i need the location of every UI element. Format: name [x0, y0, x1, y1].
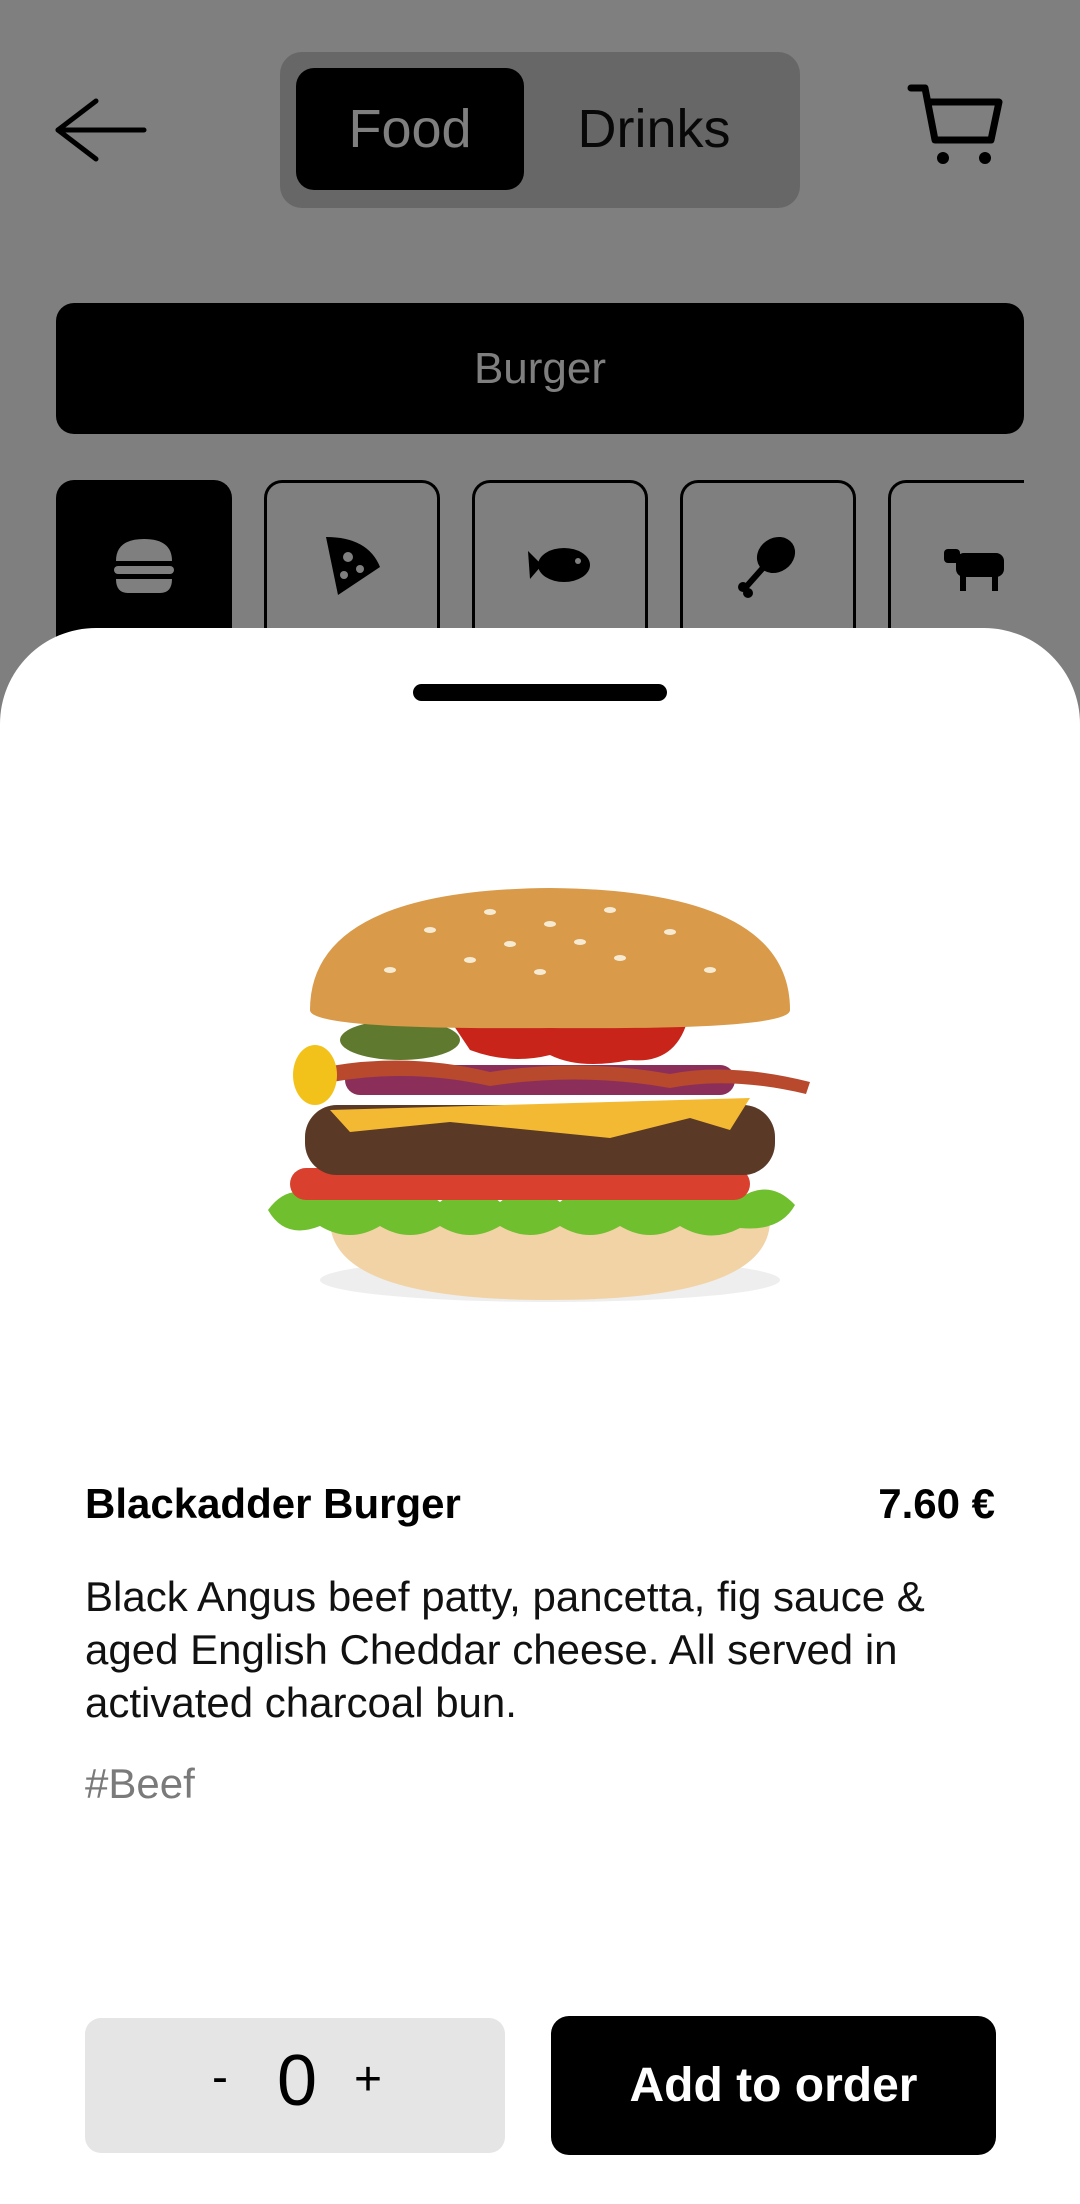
app-root: Food Drinks Burger: [0, 0, 1080, 2204]
product-image: [250, 860, 850, 1340]
quantity-value: 0: [276, 2041, 318, 2121]
add-to-order-button[interactable]: Add to order: [551, 2016, 996, 2155]
product-name: Blackadder Burger: [85, 1480, 461, 1527]
increment-button[interactable]: +: [346, 2052, 390, 2112]
sheet-drag-handle[interactable]: [413, 684, 667, 701]
product-price: 7.60 €: [878, 1480, 995, 1527]
product-tag[interactable]: #Beef: [85, 1760, 195, 1808]
product-description: Black Angus beef patty, pancetta, fig sa…: [85, 1573, 925, 1726]
decrement-button[interactable]: -: [200, 2050, 240, 2110]
